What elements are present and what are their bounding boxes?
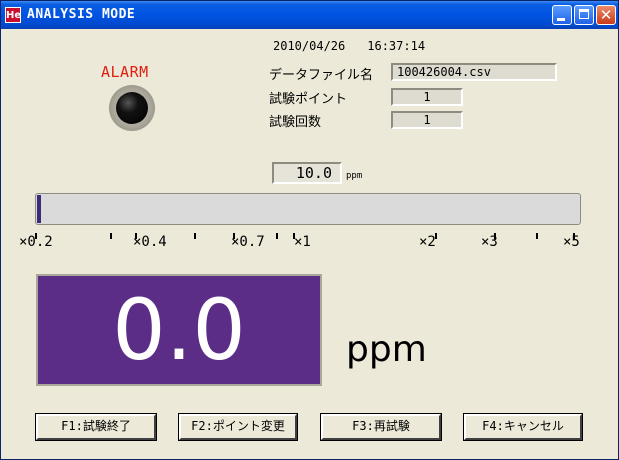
scale-label-3: ×3 — [481, 234, 498, 250]
test-point-field: 1 — [391, 88, 463, 106]
scale-tick — [194, 233, 196, 239]
reading-value: 0.0 — [112, 281, 246, 379]
scale-tick — [536, 233, 538, 239]
scale-tick — [276, 233, 278, 239]
reading-display: 0.0 — [36, 274, 322, 386]
scale-label-5: ×5 — [563, 234, 580, 250]
scale-label-0.7: ×0.7 — [231, 234, 265, 250]
data-file-field: 100426004.csv — [391, 63, 557, 81]
scale-label-1: ×1 — [294, 234, 311, 250]
scale-tick — [110, 233, 112, 239]
app-icon: He — [5, 7, 21, 23]
ratio-bar — [35, 193, 581, 225]
test-point-label: 試験ポイント — [269, 92, 348, 107]
reading-unit: ppm — [346, 329, 427, 370]
close-button[interactable]: ✕ — [596, 5, 616, 25]
concentration-unit: ppm — [346, 171, 363, 181]
test-count-label: 試験回数 — [269, 115, 322, 130]
f2-change-point-button[interactable]: F2:ポイント変更 — [178, 413, 298, 441]
date-text: 2010/04/26 — [273, 39, 346, 53]
title-bar[interactable]: He ANALYSIS MODE ✕ — [1, 1, 618, 29]
time-text: 16:37:14 — [367, 39, 426, 53]
ratio-bar-fill — [37, 195, 41, 223]
f3-retest-button[interactable]: F3:再試験 — [320, 413, 442, 441]
datetime-display: 2010/04/26 16:37:14 — [273, 39, 425, 53]
f4-cancel-button[interactable]: F4:キャンセル — [463, 413, 583, 441]
scale-label-0.4: ×0.4 — [133, 234, 167, 250]
f1-end-test-button[interactable]: F1:試験終了 — [35, 413, 157, 441]
minimize-icon — [557, 18, 565, 21]
data-file-label: データファイル名 — [269, 68, 374, 83]
analysis-mode-window: He ANALYSIS MODE ✕ 2010/04/26 16:37:14 AL… — [0, 0, 619, 460]
test-count-field: 1 — [391, 111, 463, 129]
concentration-value: 10.0 — [272, 162, 342, 184]
scale-label-0.2: ×0.2 — [19, 234, 53, 250]
alarm-label: ALARM — [101, 63, 149, 81]
scale-label-2: ×2 — [419, 234, 436, 250]
window-title: ANALYSIS MODE — [27, 7, 136, 22]
alarm-lamp-icon — [109, 85, 155, 131]
maximize-icon — [579, 9, 589, 19]
maximize-button[interactable] — [574, 5, 594, 25]
close-icon: ✕ — [599, 6, 613, 24]
minimize-button[interactable] — [552, 5, 572, 25]
alarm-lamp-bulb — [116, 92, 148, 124]
